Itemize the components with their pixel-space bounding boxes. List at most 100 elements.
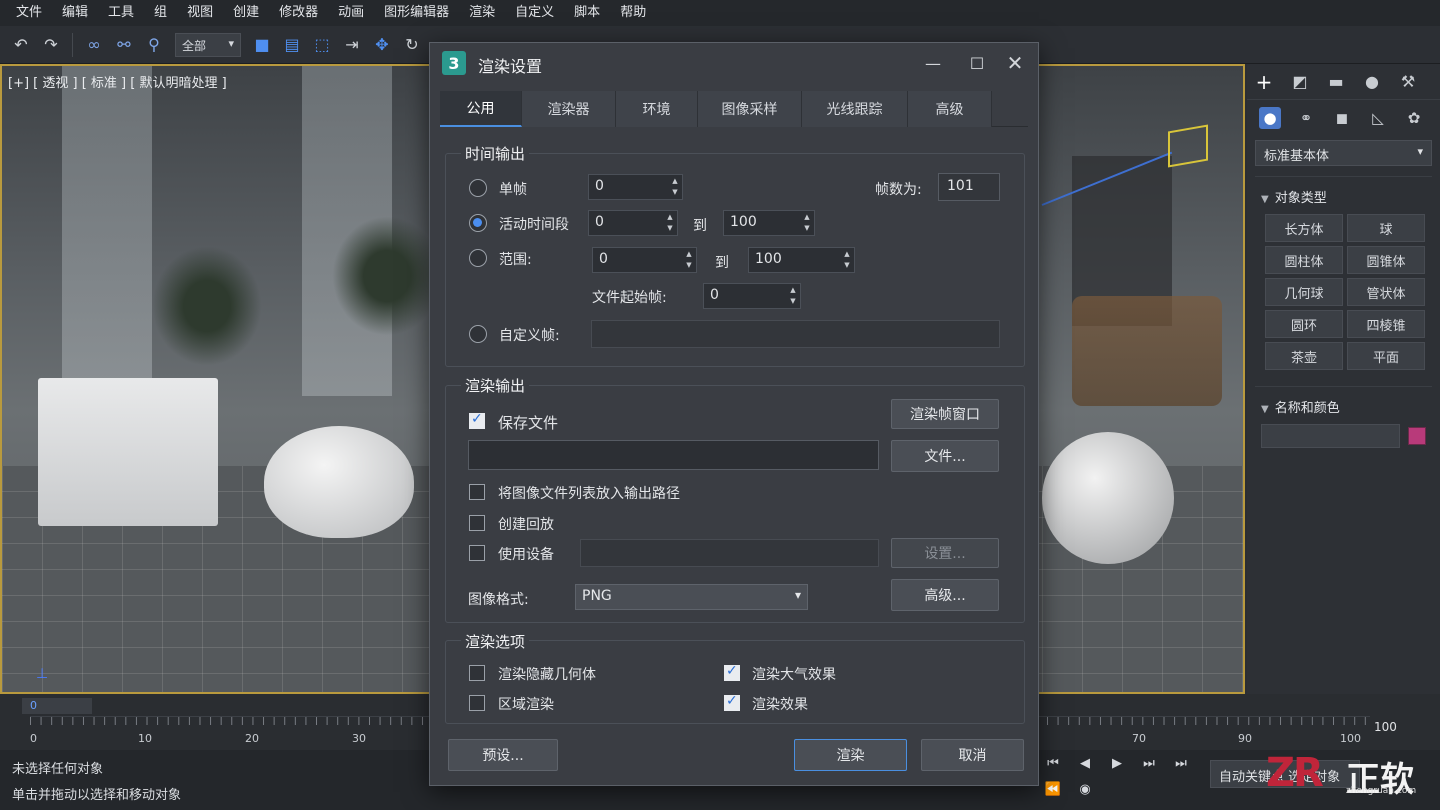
maximize-icon[interactable]: ☐ [964, 51, 990, 75]
render-frame-window-button[interactable]: 渲染帧窗口 [891, 399, 999, 429]
active-to-spinner[interactable]: 100 ▲ ▼ [723, 210, 815, 236]
render-button[interactable]: 渲染 [794, 739, 907, 771]
object-type-title[interactable]: ▼ 对象类型 [1255, 183, 1432, 210]
spinner-arrows-icon[interactable]: ▲ ▼ [842, 249, 852, 271]
select-object-icon[interactable]: ■ [249, 32, 275, 58]
menu-customize[interactable]: 自定义 [505, 0, 564, 26]
minimize-icon[interactable]: — [920, 51, 946, 75]
spinner-arrows-icon[interactable]: ▲ ▼ [665, 212, 675, 234]
spinner-arrows-icon[interactable]: ▲ ▼ [802, 212, 812, 234]
viewport-label[interactable]: [+] [ 透视 ] [ 标准 ] [ 默认明暗处理 ] [8, 72, 227, 91]
teapot-button[interactable]: 茶壶 [1265, 342, 1343, 370]
box-object[interactable] [38, 378, 218, 526]
menu-view[interactable]: 视图 [177, 0, 223, 26]
close-icon[interactable]: ✕ [1002, 51, 1028, 75]
tube-button[interactable]: 管状体 [1347, 278, 1425, 306]
cameras-icon[interactable]: ◺ [1367, 107, 1389, 129]
device-input[interactable] [580, 539, 879, 567]
sphere-button[interactable]: 球 [1347, 214, 1425, 242]
object-color-swatch[interactable] [1408, 427, 1426, 445]
pyramid-button[interactable]: 四棱锥 [1347, 310, 1425, 338]
cancel-button[interactable]: 取消 [921, 739, 1024, 771]
rotate-icon[interactable]: ↻ [399, 32, 425, 58]
geometry-icon[interactable]: ● [1259, 107, 1281, 129]
next-frame-icon[interactable]: ⏭ [1140, 754, 1158, 772]
menu-file[interactable]: 文件 [6, 0, 52, 26]
camera-object[interactable] [1168, 124, 1208, 168]
spinner-arrows-icon[interactable]: ▲ ▼ [684, 249, 694, 271]
menu-edit[interactable]: 编辑 [52, 0, 98, 26]
files-button[interactable]: 文件... [891, 440, 999, 472]
geometry-type-dropdown[interactable]: 标准基本体 [1255, 140, 1432, 166]
undo-icon[interactable]: ↶ [8, 32, 34, 58]
setup-button[interactable]: 设置... [891, 538, 999, 568]
file-start-frame-spinner[interactable]: 0 ▲ ▼ [703, 283, 801, 309]
frame-spinner-icon[interactable]: ◉ [1076, 780, 1094, 798]
unlink-icon[interactable]: ⚯ [111, 32, 137, 58]
menu-rendering[interactable]: 渲染 [459, 0, 505, 26]
tab-image-sampling[interactable]: 图像采样 [698, 91, 802, 127]
window-crossing-icon[interactable]: ⇥ [339, 32, 365, 58]
active-segment-radio[interactable] [469, 214, 487, 232]
modify-tab-icon[interactable]: ◩ [1289, 71, 1311, 93]
rect-selection-icon[interactable]: ⬚ [309, 32, 335, 58]
tab-advanced[interactable]: 高级 [908, 91, 992, 127]
menu-group[interactable]: 组 [144, 0, 177, 26]
key-mode-icon[interactable]: ⏪ [1044, 780, 1062, 798]
custom-frames-radio[interactable] [469, 325, 487, 343]
torus-button[interactable]: 圆环 [1265, 310, 1343, 338]
cone-button[interactable]: 圆锥体 [1347, 246, 1425, 274]
single-frame-spinner[interactable]: 0 ▲ ▼ [588, 174, 683, 200]
utilities-tab-icon[interactable]: ⚒ [1397, 71, 1419, 93]
save-file-checkbox[interactable] [469, 411, 485, 429]
area-render-checkbox[interactable] [469, 695, 485, 711]
preset-button[interactable]: 预设... [448, 739, 558, 771]
helpers-icon[interactable]: ✿ [1403, 107, 1425, 129]
sphere-object[interactable] [1042, 432, 1174, 564]
tab-raytracing[interactable]: 光线跟踪 [802, 91, 908, 127]
cylinder-button[interactable]: 圆柱体 [1265, 246, 1343, 274]
shapes-icon[interactable]: ⚭ [1295, 107, 1317, 129]
select-by-name-icon[interactable]: ▤ [279, 32, 305, 58]
menu-animation[interactable]: 动画 [328, 0, 374, 26]
menu-tools[interactable]: 工具 [98, 0, 144, 26]
spinner-arrows-icon[interactable]: ▲ ▼ [788, 285, 798, 307]
time-slider[interactable]: 0 [22, 698, 92, 714]
advanced-button[interactable]: 高级... [891, 579, 999, 611]
active-from-spinner[interactable]: 0 ▲ ▼ [588, 210, 678, 236]
menu-graph-editors[interactable]: 图形编辑器 [374, 0, 459, 26]
range-radio[interactable] [469, 249, 487, 267]
render-hidden-geometry-checkbox[interactable] [469, 665, 485, 681]
tab-environment[interactable]: 环境 [616, 91, 698, 127]
use-device-checkbox[interactable] [469, 545, 485, 561]
image-format-select[interactable]: PNG [575, 584, 808, 610]
geosphere-button[interactable]: 几何球 [1265, 278, 1343, 306]
name-color-title[interactable]: ▼ 名称和颜色 [1255, 393, 1432, 420]
move-icon[interactable]: ✥ [369, 32, 395, 58]
tab-common[interactable]: 公用 [440, 91, 522, 127]
range-from-spinner[interactable]: 0 ▲ ▼ [592, 247, 697, 273]
go-to-end-icon[interactable]: ⏭ [1172, 754, 1190, 772]
output-path-input[interactable] [468, 440, 879, 470]
box-button[interactable]: 长方体 [1265, 214, 1343, 242]
create-playback-checkbox[interactable] [469, 515, 485, 531]
range-to-spinner[interactable]: 100 ▲ ▼ [748, 247, 855, 273]
spinner-arrows-icon[interactable]: ▲ ▼ [670, 176, 680, 198]
link-icon[interactable]: ∞ [81, 32, 107, 58]
object-name-input[interactable] [1261, 424, 1401, 448]
effects-checkbox[interactable] [724, 693, 740, 711]
redo-icon[interactable]: ↷ [38, 32, 64, 58]
go-to-start-icon[interactable]: ⏮ [1044, 754, 1062, 772]
menu-create[interactable]: 创建 [223, 0, 269, 26]
custom-frames-input[interactable] [591, 320, 1000, 348]
selection-filter-dropdown[interactable]: 全部 [175, 32, 241, 57]
menu-help[interactable]: 帮助 [610, 0, 656, 26]
previous-frame-icon[interactable]: ◀ [1076, 754, 1094, 772]
atmospheric-checkbox[interactable] [724, 663, 740, 681]
tab-renderer[interactable]: 渲染器 [522, 91, 616, 127]
plane-button[interactable]: 平面 [1347, 342, 1425, 370]
dialog-titlebar[interactable]: 3 渲染设置 — ☐ ✕ [430, 43, 1038, 83]
menu-modifiers[interactable]: 修改器 [269, 0, 328, 26]
put-image-list-checkbox[interactable] [469, 484, 485, 500]
lights-icon[interactable]: ◼ [1331, 107, 1353, 129]
